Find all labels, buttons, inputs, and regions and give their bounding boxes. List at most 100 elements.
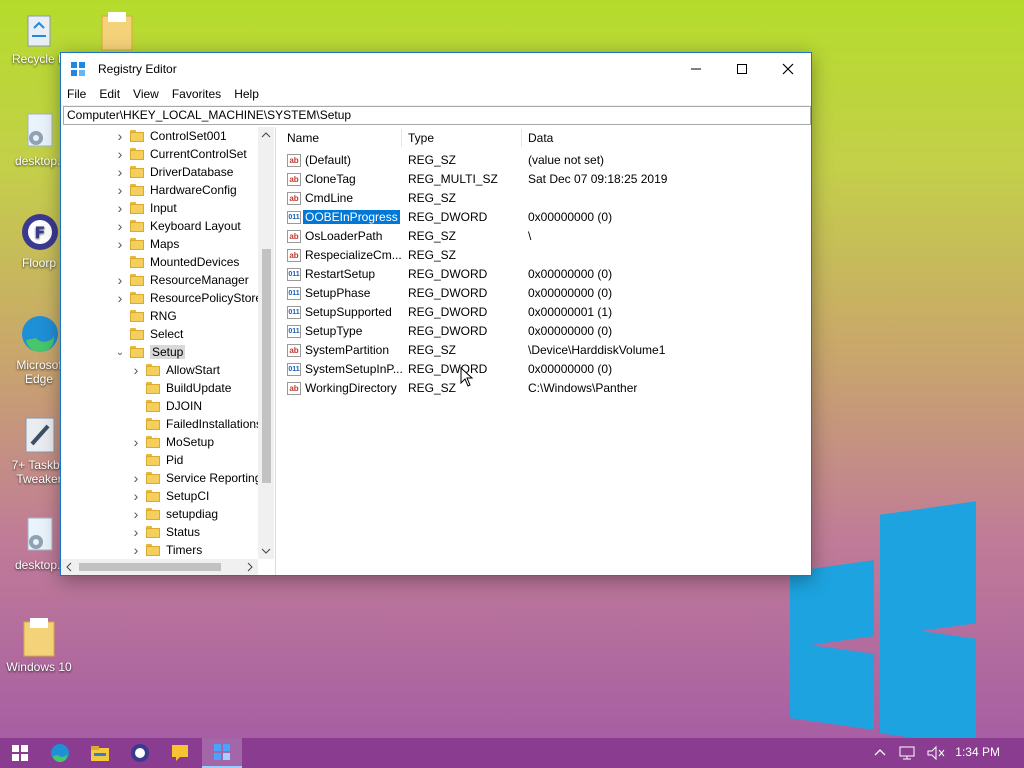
- table-row[interactable]: 011 SetupPhase REG_DWORD 0x00000000 (0): [279, 284, 811, 303]
- tree-node[interactable]: › SetupCI: [131, 487, 210, 505]
- tree-node[interactable]: › CurrentControlSet: [115, 145, 247, 163]
- tree-node[interactable]: Pid: [131, 451, 183, 469]
- tree-node[interactable]: › Timers: [131, 541, 203, 559]
- tree-node[interactable]: › Maps: [115, 235, 180, 253]
- tree-node[interactable]: MountedDevices: [115, 253, 239, 271]
- tree-node[interactable]: › MoSetup: [131, 433, 214, 451]
- column-name[interactable]: Name: [287, 131, 319, 145]
- tree-node[interactable]: FailedInstallations: [131, 415, 262, 433]
- table-row[interactable]: ab WorkingDirectory REG_SZ C:\Windows\Panth…: [279, 379, 811, 398]
- taskbar-edge[interactable]: [40, 738, 80, 768]
- chevron-right-icon: [115, 307, 125, 325]
- tree-node[interactable]: › ControlSet001: [115, 127, 227, 145]
- tree-node[interactable]: › Status: [131, 523, 200, 541]
- menu-file[interactable]: File: [61, 84, 93, 105]
- chevron-right-icon[interactable]: ›: [115, 181, 125, 199]
- chevron-right-icon[interactable]: ›: [131, 523, 141, 541]
- menu-help[interactable]: Help: [228, 84, 266, 105]
- table-row[interactable]: ab SystemPartition REG_SZ \Device\HarddiskV…: [279, 341, 811, 360]
- chevron-right-icon[interactable]: ›: [131, 505, 141, 523]
- table-row[interactable]: ab CmdLine REG_SZ: [279, 189, 811, 208]
- start-button[interactable]: [0, 738, 40, 768]
- desktop-folder-icon[interactable]: [100, 10, 134, 52]
- taskbar-file-explorer[interactable]: [80, 738, 120, 768]
- chevron-right-icon[interactable]: ›: [131, 541, 141, 559]
- scroll-right-icon[interactable]: [242, 559, 258, 575]
- table-row[interactable]: 011 OOBEInProgress REG_DWORD 0x00000000 (0): [279, 208, 811, 227]
- table-row[interactable]: ab OsLoaderPath REG_SZ \: [279, 227, 811, 246]
- column-separator[interactable]: [521, 129, 522, 147]
- tree-node[interactable]: › HardwareConfig: [115, 181, 237, 199]
- desktop-icon-label: Windows 10: [6, 660, 72, 674]
- tree-vertical-scrollbar[interactable]: [258, 127, 274, 559]
- tree-node[interactable]: ⌄ Setup: [115, 343, 186, 361]
- chevron-right-icon[interactable]: ›: [131, 433, 141, 451]
- column-data[interactable]: Data: [528, 131, 553, 145]
- taskbar-clock[interactable]: 1:34 PM: [955, 745, 1000, 759]
- table-row[interactable]: 011 SetupSupported REG_DWORD 0x00000001 (1): [279, 303, 811, 322]
- scroll-down-icon[interactable]: [258, 543, 274, 559]
- desktop-icon-windows10-folder[interactable]: Windows 10: [4, 616, 74, 675]
- address-bar[interactable]: Computer\HKEY_LOCAL_MACHINE\SYSTEM\Setup: [63, 106, 811, 125]
- scroll-up-icon[interactable]: [258, 127, 274, 143]
- values-list[interactable]: Name Type Data ab (Default) REG_SZ (value n…: [279, 127, 811, 575]
- chevron-right-icon[interactable]: ›: [115, 163, 125, 181]
- table-row[interactable]: 011 RestartSetup REG_DWORD 0x00000000 (0): [279, 265, 811, 284]
- table-row[interactable]: ab RespecializeCm... REG_SZ: [279, 246, 811, 265]
- tree-node[interactable]: › setupdiag: [131, 505, 218, 523]
- chevron-right-icon[interactable]: ›: [115, 271, 125, 289]
- table-row[interactable]: 011 SetupType REG_DWORD 0x00000000 (0): [279, 322, 811, 341]
- maximize-button[interactable]: [719, 53, 765, 84]
- tree-node[interactable]: › Keyboard Layout: [115, 217, 241, 235]
- floorp-browser-icon: F: [22, 214, 58, 250]
- chevron-right-icon[interactable]: ›: [115, 235, 125, 253]
- tree-node-label: Select: [150, 327, 184, 341]
- tree-node[interactable]: BuildUpdate: [131, 379, 231, 397]
- tree-node[interactable]: › ResourcePolicyStore: [115, 289, 262, 307]
- cell-name: RestartSetup: [305, 267, 376, 281]
- chevron-right-icon[interactable]: ›: [131, 361, 141, 379]
- title-bar[interactable]: Registry Editor: [61, 53, 811, 84]
- tree-node[interactable]: › ResourceManager: [115, 271, 249, 289]
- table-row[interactable]: ab CloneTag REG_MULTI_SZ Sat Dec 07 09:18:2…: [279, 170, 811, 189]
- key-tree[interactable]: › Timers › Status › setupdiag › SetupCI › Service…: [61, 127, 276, 575]
- taskbar-registry-editor[interactable]: [202, 738, 242, 768]
- menu-view[interactable]: View: [127, 84, 166, 105]
- scroll-left-icon[interactable]: [61, 559, 77, 575]
- table-row[interactable]: 011 SystemSetupInP... REG_DWORD 0x00000000 …: [279, 360, 811, 379]
- column-separator[interactable]: [401, 129, 402, 147]
- column-type[interactable]: Type: [408, 131, 434, 145]
- tree-horizontal-scrollbar[interactable]: [61, 559, 258, 575]
- tree-node[interactable]: › Input: [115, 199, 177, 217]
- chevron-right-icon[interactable]: ›: [115, 289, 125, 307]
- chevron-right-icon[interactable]: ›: [115, 127, 125, 145]
- chevron-right-icon[interactable]: ›: [131, 487, 141, 505]
- minimize-button[interactable]: [673, 53, 719, 84]
- tree-hscroll-thumb[interactable]: [79, 563, 221, 571]
- taskbar-floorp[interactable]: [120, 738, 160, 768]
- tree-node[interactable]: › AllowStart: [131, 361, 220, 379]
- menu-edit[interactable]: Edit: [93, 84, 127, 105]
- tree-node[interactable]: DJOIN: [131, 397, 202, 415]
- chevron-right-icon[interactable]: ›: [115, 145, 125, 163]
- tree-node[interactable]: Select: [115, 325, 183, 343]
- taskbar-sticky-app[interactable]: [160, 738, 200, 768]
- cell-type: REG_DWORD: [408, 210, 488, 224]
- tree-node[interactable]: › Service Reporting: [131, 469, 262, 487]
- chevron-right-icon[interactable]: ›: [115, 199, 125, 217]
- chevron-down-icon[interactable]: ⌄: [115, 343, 125, 361]
- tree-node[interactable]: › DriverDatabase: [115, 163, 234, 181]
- tray-network[interactable]: [898, 745, 918, 764]
- chevron-right-icon[interactable]: ›: [131, 469, 141, 487]
- chevron-right-icon[interactable]: ›: [115, 217, 125, 235]
- tray-volume[interactable]: [926, 745, 946, 764]
- tree-vscroll-thumb[interactable]: [262, 249, 271, 483]
- menu-favorites[interactable]: Favorites: [166, 84, 228, 105]
- minimize-icon: [691, 68, 701, 69]
- registry-editor-window[interactable]: Registry Editor File Edit View Favorites…: [60, 52, 812, 576]
- cell-type: REG_SZ: [408, 248, 457, 262]
- tree-node[interactable]: RNG: [115, 307, 177, 325]
- table-row[interactable]: ab (Default) REG_SZ (value not set): [279, 151, 811, 170]
- close-button[interactable]: [765, 53, 811, 84]
- tray-overflow-button[interactable]: [872, 745, 888, 764]
